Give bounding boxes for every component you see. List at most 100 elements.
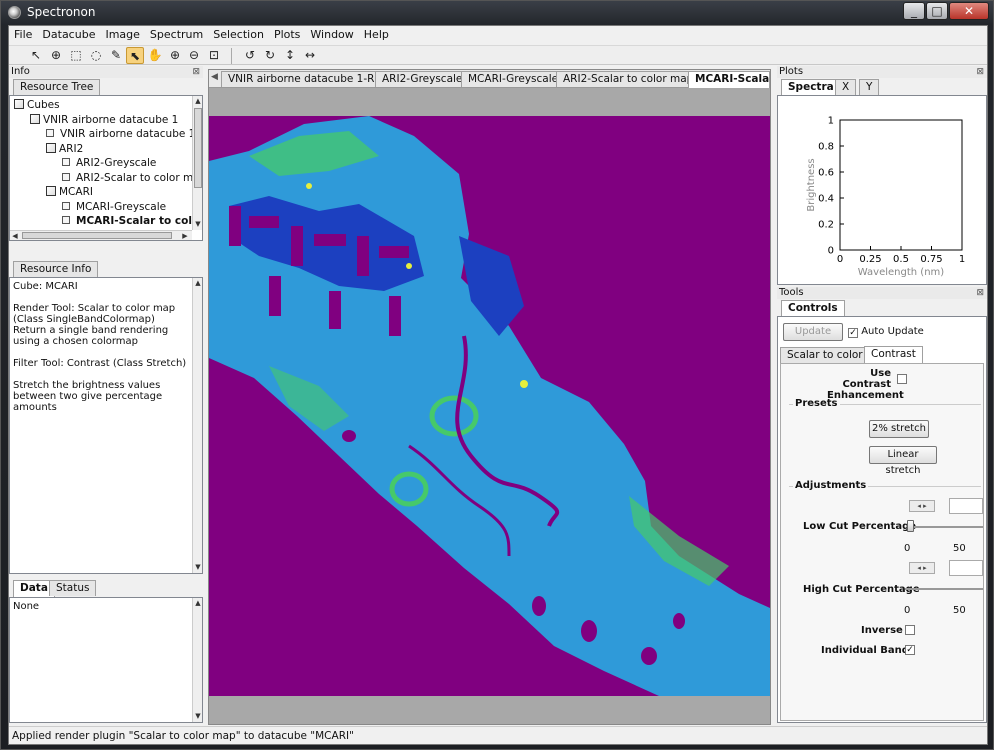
close-icon[interactable]: ⊠ — [976, 287, 984, 299]
app-icon — [8, 6, 21, 19]
highlight-tool-icon[interactable]: ⬉ — [126, 47, 144, 64]
scroll-thumb[interactable] — [22, 232, 172, 239]
preset-2-percent-button[interactable]: 2% stretch — [869, 420, 929, 438]
minimize-button[interactable]: _ — [903, 2, 925, 20]
scroll-down-icon[interactable]: ▼ — [193, 711, 203, 721]
preset-linear-button[interactable]: Linear stretch — [869, 446, 937, 476]
tab-y[interactable]: Y — [859, 79, 880, 95]
field-block — [314, 234, 346, 246]
tree-item[interactable]: Cubes — [14, 99, 60, 112]
tab-ari2-greyscale[interactable]: ARI2-Greyscale — [375, 71, 470, 87]
rotate-left-icon[interactable]: ↺ — [241, 47, 259, 64]
close-icon[interactable]: ⊠ — [976, 66, 984, 78]
scroll-up-icon[interactable]: ▲ — [193, 96, 202, 106]
tree-item[interactable]: MCARI-Greyscale — [62, 201, 166, 214]
low-cut-stepper[interactable]: ◂ ▸ — [909, 500, 935, 512]
close-button[interactable]: ✕ — [949, 2, 989, 20]
status-bar: Applied render plugin "Scalar to color m… — [9, 726, 987, 744]
tab-mcari-greyscale[interactable]: MCARI-Greyscale — [461, 71, 566, 87]
dark-spot — [581, 620, 597, 642]
high-cut-stepper[interactable]: ◂ ▸ — [909, 562, 935, 574]
tab-ari2-colormap[interactable]: ARI2-Scalar to color map — [556, 71, 701, 87]
menu-datacube[interactable]: Datacube — [37, 26, 100, 43]
mcari-colormap-image[interactable] — [209, 116, 770, 696]
tree-vertical-scrollbar[interactable]: ▲ ▼ — [192, 96, 202, 230]
flip-vertical-icon[interactable]: ↕ — [281, 47, 299, 64]
high-cut-max: 50 — [953, 605, 966, 616]
rect-select-icon[interactable]: ⬚ — [67, 47, 85, 64]
tab-vnir-rgb[interactable]: VNIR airborne datacube 1-RGB — [221, 71, 397, 87]
resource-tree: Cubes VNIR airborne datacube 1 VNIR airbor… — [9, 95, 203, 241]
tree-item[interactable]: ARI2-Greyscale — [62, 157, 156, 170]
data-panel: None ▲ ▼ — [9, 597, 203, 723]
scroll-down-icon[interactable]: ▼ — [193, 219, 202, 229]
scroll-thumb[interactable] — [194, 108, 202, 188]
menu-plots[interactable]: Plots — [269, 26, 305, 43]
lasso-icon[interactable]: ◌ — [87, 47, 105, 64]
y-tick-label: 0.4 — [818, 194, 834, 205]
menu-help[interactable]: Help — [359, 26, 394, 43]
tab-resource-tree[interactable]: Resource Tree — [13, 79, 101, 95]
tree-item[interactable]: VNIR airborne datacube 1 — [30, 113, 178, 127]
scroll-up-icon[interactable]: ▲ — [193, 598, 203, 608]
tab-contrast[interactable]: Contrast — [864, 346, 923, 363]
tab-status[interactable]: Status — [49, 580, 97, 596]
tab-mcari-colormap[interactable]: MCARI-Scalar to color map — [688, 71, 770, 88]
image-workspace: ◀ VNIR airborne datacube 1-RGB ARI2-Grey… — [208, 69, 771, 725]
pointer-icon[interactable]: ↖ — [27, 47, 45, 64]
auto-update-checkbox[interactable]: ✓ — [848, 328, 858, 338]
low-cut-field[interactable] — [949, 498, 983, 514]
rotate-right-icon[interactable]: ↻ — [261, 47, 279, 64]
tree-item[interactable]: MCARI — [46, 186, 93, 199]
low-cut-slider-track — [909, 526, 983, 528]
menu-window[interactable]: Window — [305, 26, 358, 43]
plots-panel-title: Plots — [779, 66, 804, 77]
info-vertical-scrollbar[interactable]: ▲ ▼ — [192, 278, 202, 573]
scroll-right-icon[interactable]: ▶ — [180, 231, 190, 240]
tools-panel-title: Tools — [779, 287, 804, 298]
flip-horizontal-icon[interactable]: ↔ — [301, 47, 319, 64]
image-icon — [62, 172, 70, 181]
scroll-up-icon[interactable]: ▲ — [193, 278, 203, 288]
inverse-label: Inverse — [861, 625, 903, 636]
update-button[interactable]: Update — [783, 323, 843, 341]
tree-item[interactable]: VNIR airborne datacube 1-RGB — [46, 128, 202, 141]
high-cut-slider-track[interactable] — [905, 588, 983, 590]
high-cut-field[interactable] — [949, 560, 983, 576]
zoom-in-icon[interactable]: ⊕ — [166, 47, 184, 64]
maximize-button[interactable]: □ — [926, 2, 948, 20]
scroll-down-icon[interactable]: ▼ — [193, 562, 203, 572]
tree-item[interactable]: ARI2-Scalar to color map — [62, 172, 202, 185]
tab-x[interactable]: X — [835, 79, 857, 95]
tab-spectra[interactable]: Spectra — [781, 79, 841, 96]
zoom-out-icon[interactable]: ⊖ — [185, 47, 203, 64]
y-tick-label: 0.2 — [818, 220, 834, 231]
use-contrast-checkbox[interactable] — [897, 374, 907, 384]
menu-selection[interactable]: Selection — [208, 26, 269, 43]
magic-wand-icon[interactable]: ✎ — [107, 47, 125, 64]
resource-info-text: Cube: MCARI Render Tool: Scalar to color… — [13, 281, 187, 413]
scroll-left-icon[interactable]: ◀ — [10, 231, 20, 240]
menu-spectrum[interactable]: Spectrum — [145, 26, 208, 43]
zoom-fit-icon[interactable]: ⊡ — [205, 47, 223, 64]
crosshair-icon[interactable]: ⊕ — [47, 47, 65, 64]
y-tick-label: 1 — [828, 116, 834, 127]
close-icon[interactable]: ⊠ — [192, 66, 200, 78]
spectra-plot-panel: 0 0.25 0.5 0.75 1 0 0.2 0.4 0.6 0.8 1 Wavelength (n… — [777, 95, 987, 285]
low-cut-slider-handle[interactable] — [907, 520, 914, 532]
inverse-checkbox[interactable] — [905, 625, 915, 635]
menu-image[interactable]: Image — [100, 26, 144, 43]
hand-pan-icon[interactable]: ✋ — [146, 47, 164, 64]
menu-file[interactable]: File — [9, 26, 37, 43]
data-text: None — [13, 601, 40, 612]
info-panel-header: Info ⊠ — [9, 66, 203, 78]
tab-scroll-left-icon[interactable]: ◀ — [211, 72, 218, 82]
resource-info-tabbar: Resource Info — [13, 261, 203, 277]
tree-item[interactable]: MCARI-Scalar to color map — [62, 215, 202, 228]
tab-controls[interactable]: Controls — [781, 300, 845, 317]
data-vertical-scrollbar[interactable]: ▲ ▼ — [192, 598, 202, 722]
tree-item[interactable]: ARI2 — [46, 142, 83, 156]
individual-bands-checkbox[interactable]: ✓ — [905, 645, 915, 655]
tree-horizontal-scrollbar[interactable]: ◀ ▶ — [10, 230, 192, 240]
tab-resource-info[interactable]: Resource Info — [13, 261, 99, 277]
